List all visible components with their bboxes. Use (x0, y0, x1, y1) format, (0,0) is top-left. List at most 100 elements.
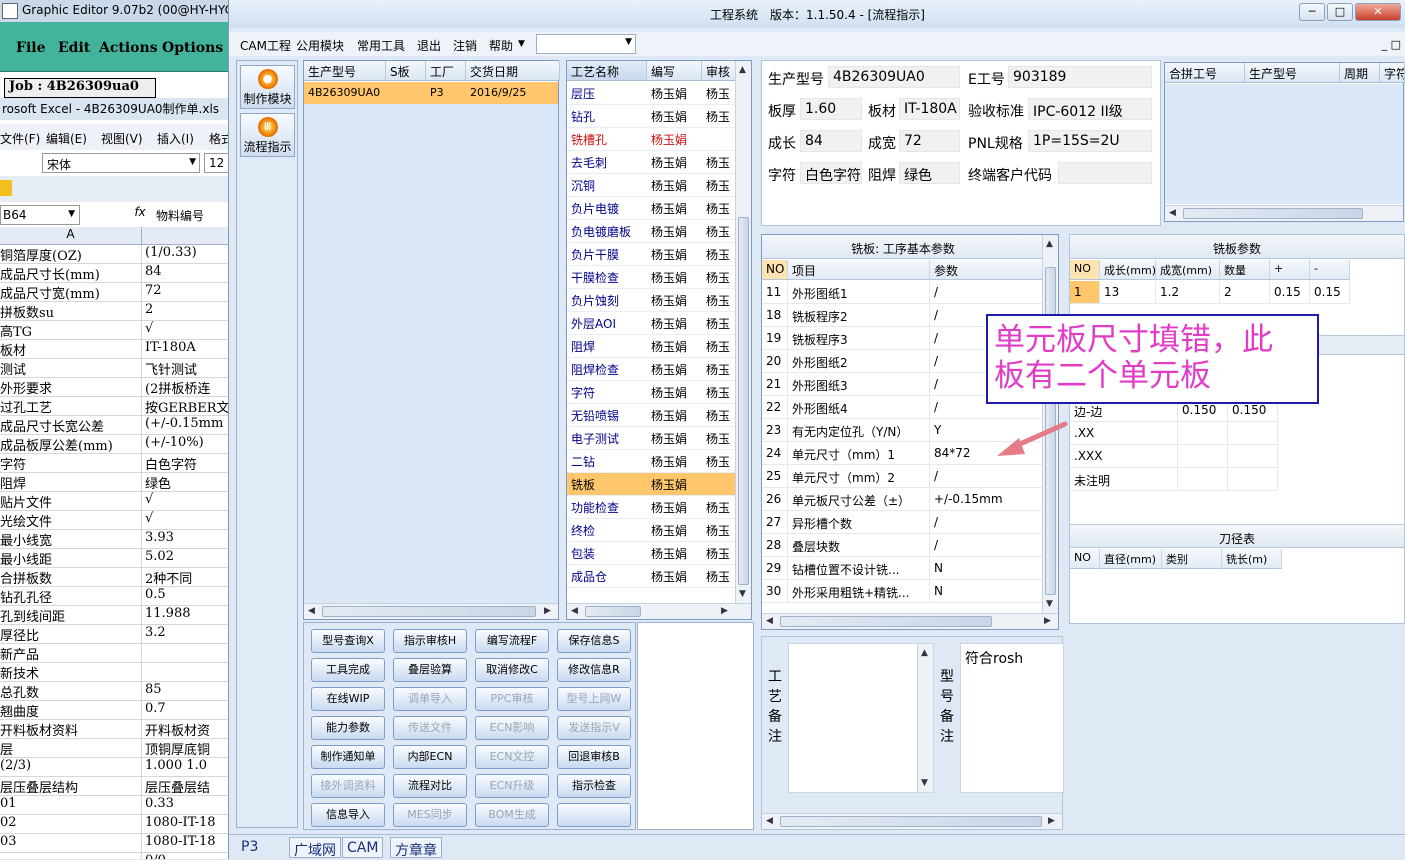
width-field[interactable]: 72 (899, 130, 960, 152)
font-size-select[interactable]: 12 (204, 153, 230, 173)
sheet-cell-a[interactable]: 外形要求 (0, 378, 142, 397)
scroll-left-icon[interactable]: ◀ (1169, 208, 1176, 218)
mask-field[interactable]: 绿色 (899, 162, 960, 184)
tool-col-no[interactable]: NO (1070, 549, 1100, 569)
scroll-right-icon[interactable]: ▶ (1048, 816, 1055, 826)
col-process-name[interactable]: 工艺名称 (567, 61, 647, 81)
table-row[interactable]: 25 单元尺寸（mm）2/ (762, 465, 1044, 488)
action-button[interactable]: 指示审核H (393, 629, 467, 653)
sheet-cell-a[interactable]: 最小线距 (0, 549, 142, 568)
sheet-cell-a[interactable]: 01 (0, 796, 142, 815)
scroll-right-icon[interactable]: ▶ (1044, 616, 1051, 626)
horizontal-scrollbar[interactable]: ◀ (1165, 205, 1403, 221)
sheet-cell-b[interactable]: 层压叠层结 (145, 777, 230, 796)
scroll-right-icon[interactable]: ▶ (544, 606, 551, 616)
sheet-cell-b[interactable]: 1080-IT-18 (145, 834, 230, 849)
sheet-cell-b[interactable]: 5.02 (145, 549, 230, 564)
mill-col-header[interactable]: 成宽(mm) (1156, 260, 1220, 280)
mill-col-header[interactable]: + (1270, 260, 1310, 280)
action-button[interactable]: 调单导入 (393, 687, 467, 711)
table-row[interactable]: 钻孔 杨玉娟 杨玉 (567, 105, 737, 128)
nav-make-module[interactable]: ● 制作模块 (240, 65, 295, 109)
table-row[interactable]: 负电镀磨板 杨玉娟 杨玉 (567, 220, 737, 243)
param-col-item[interactable]: 项目 (788, 260, 930, 280)
table-row[interactable]: 29 钻槽位置不设计铣... N (762, 557, 1044, 580)
formula-bar[interactable]: 物料编号 (150, 205, 230, 225)
sheet-cell-a[interactable]: 02 (0, 815, 142, 834)
action-button[interactable]: 传送文件 (393, 716, 467, 740)
menu-logout[interactable]: 注销 (453, 37, 477, 54)
col-delivery-date[interactable]: 交货日期 (466, 61, 560, 81)
action-button[interactable]: 内部ECN (393, 745, 467, 769)
action-button[interactable]: 保存信息S (557, 629, 631, 653)
sheet-cell-a[interactable]: 层 (0, 739, 142, 758)
char-field[interactable]: 白色字符 (800, 162, 862, 184)
table-row[interactable]: 无铅喷锡 杨玉娟 杨玉 (567, 404, 737, 427)
customer-field[interactable] (1058, 162, 1152, 184)
sheet-cell-b[interactable]: 3.2 (145, 625, 230, 640)
column-header-a[interactable]: A (0, 227, 142, 245)
sheet-cell-b[interactable]: 3.93 (145, 530, 230, 545)
sheet-cell-a[interactable] (0, 853, 142, 859)
col-writer[interactable]: 编写 (647, 61, 702, 81)
tolerance-cell[interactable] (1228, 445, 1278, 468)
sheet-cell-a[interactable]: (2/3) (0, 758, 142, 777)
close-button[interactable]: ✕ (1355, 3, 1401, 21)
prod-model-field[interactable]: 4B26309UA0 (828, 66, 960, 88)
sheet-cell-a[interactable]: 阻焊 (0, 473, 142, 492)
excel-menu-view[interactable]: 视图(V) (101, 130, 143, 147)
scrollbar-thumb[interactable] (738, 217, 749, 585)
menu-edit[interactable]: Edit (58, 40, 90, 56)
mill-col-header[interactable]: 成长(mm) (1100, 260, 1156, 280)
table-row[interactable]: 阻焊 杨玉娟 杨玉 (567, 335, 737, 358)
table-row[interactable]: 负片电镀 杨玉娟 杨玉 (567, 197, 737, 220)
minimize-button[interactable]: ─ (1299, 3, 1325, 21)
sheet-cell-a[interactable]: 铜箔厚度(OZ) (0, 245, 142, 264)
action-button[interactable]: 在线WIP (311, 687, 385, 711)
mill-cell[interactable]: 1 (1070, 281, 1100, 304)
folder-icon[interactable] (0, 180, 12, 196)
sheet-cell-a[interactable]: 最小线宽 (0, 530, 142, 549)
mill-cell[interactable]: 2 (1220, 281, 1270, 304)
action-button[interactable]: 编写流程F (475, 629, 549, 653)
sheet-cell-a[interactable]: 03 (0, 834, 142, 853)
e-no-field[interactable]: 903189 (1008, 66, 1152, 88)
scrollbar-thumb[interactable] (585, 606, 641, 617)
sheet-cell-b[interactable]: 85 (145, 682, 230, 697)
action-button[interactable] (557, 803, 631, 827)
action-button[interactable]: MES同步 (393, 803, 467, 827)
scroll-left-icon[interactable]: ◀ (766, 816, 773, 826)
sheet-cell-a[interactable]: 新产品 (0, 644, 142, 663)
table-row[interactable]: 成品仓 杨玉娟 杨玉 (567, 565, 737, 588)
module-combo[interactable]: ▼ (536, 34, 636, 54)
action-button[interactable]: 回退审核B (557, 745, 631, 769)
action-button[interactable]: 能力参数 (311, 716, 385, 740)
sheet-cell-b[interactable]: 84 (145, 264, 230, 279)
sheet-cell-a[interactable]: 钻孔孔径 (0, 587, 142, 606)
sheet-cell-b[interactable]: 72 (145, 283, 230, 298)
sheet-cell-b[interactable]: √ (145, 492, 230, 507)
menu-exit[interactable]: 退出 (417, 37, 441, 54)
mill-cell[interactable]: 1.2 (1156, 281, 1220, 304)
scroll-up-icon[interactable]: ▲ (1046, 239, 1053, 249)
standard-field[interactable]: IPC-6012 II级 (1028, 98, 1152, 120)
pnl-field[interactable]: 1P=15S=2U (1028, 130, 1152, 152)
sheet-cell-b[interactable]: IT-180A (145, 340, 230, 355)
length-field[interactable]: 84 (800, 130, 862, 152)
scroll-left-icon[interactable]: ◀ (571, 606, 578, 616)
menu-options[interactable]: Options (162, 40, 223, 56)
menu-actions[interactable]: Actions (99, 40, 158, 56)
scrollbar-thumb[interactable] (780, 816, 1042, 827)
process-note-textarea[interactable]: ▲ ▼ (788, 643, 934, 793)
menu-cam-project[interactable]: CAM工程 (240, 37, 291, 54)
tolerance-cell[interactable]: .XX (1070, 422, 1178, 445)
action-button[interactable]: ECN文控 (475, 745, 549, 769)
table-row[interactable]: 铣槽孔 杨玉娟 (567, 128, 737, 151)
sheet-cell-a[interactable]: 层压叠层结构 (0, 777, 142, 796)
tolerance-cell[interactable] (1178, 468, 1228, 491)
sheet-cell-b[interactable]: 顶铜厚底铜 (145, 739, 230, 758)
param-col-no[interactable]: NO (762, 260, 788, 280)
sheet-cell-a[interactable]: 总孔数 (0, 682, 142, 701)
table-row[interactable]: 干膜检查 杨玉娟 杨玉 (567, 266, 737, 289)
action-button[interactable]: 取消修改C (475, 658, 549, 682)
